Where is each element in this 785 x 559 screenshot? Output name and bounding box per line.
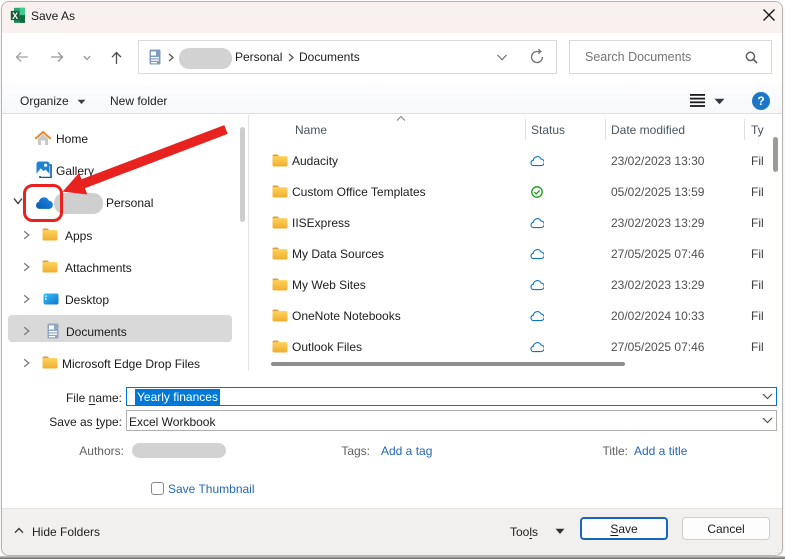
- svg-text:X: X: [12, 11, 18, 21]
